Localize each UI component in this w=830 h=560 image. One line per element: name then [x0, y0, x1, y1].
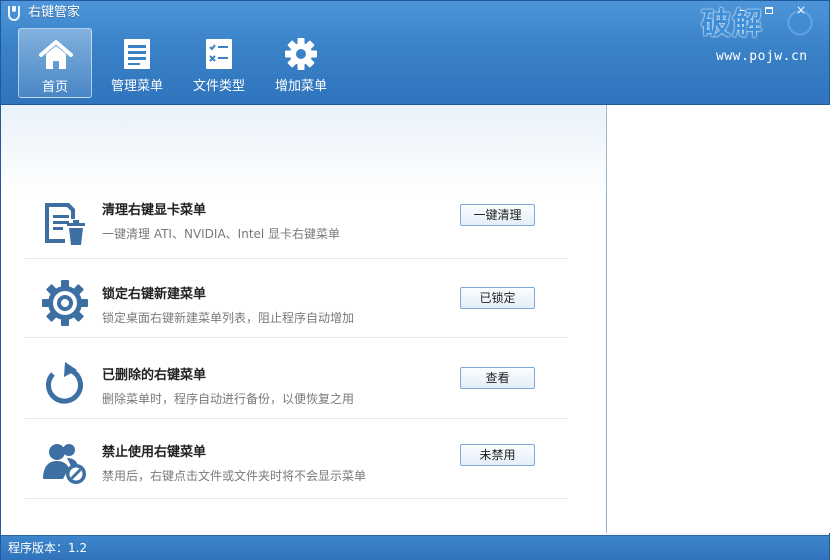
nav-home[interactable]: 首页	[18, 28, 92, 98]
nav-file-types[interactable]: 文件类型	[182, 28, 256, 98]
feature-row-clean-gpu-menu: 清理右键显卡菜单 一键清理 ATI、NVIDIA、Intel 显卡右键菜单 一键…	[25, 181, 568, 259]
document-list-icon	[124, 39, 150, 69]
feature-row-deleted-menus: 已删除的右键菜单 删除菜单时，程序自动进行备份，以便恢复之用 查看	[25, 338, 568, 419]
window-title: 右键管家	[28, 5, 81, 20]
side-panel	[606, 105, 830, 533]
gear-lock-icon	[42, 280, 88, 326]
version-label: 程序版本：1.2	[8, 541, 88, 555]
main-content: 清理右键显卡菜单 一键清理 ATI、NVIDIA、Intel 显卡右键菜单 一键…	[1, 105, 605, 535]
row-description: 一键清理 ATI、NVIDIA、Intel 显卡右键菜单	[102, 227, 341, 241]
maximize-icon	[765, 7, 773, 14]
feature-row-lock-new-menu: 锁定右键新建菜单 锁定桌面右键新建菜单列表，阻止程序自动增加 已锁定	[25, 259, 568, 338]
nav-file-types-label: 文件类型	[192, 79, 245, 94]
minimize-button[interactable]: –	[731, 3, 753, 17]
status-bar: 程序版本：1.2	[1, 535, 829, 560]
app-logo-icon	[8, 6, 20, 21]
maximize-button[interactable]	[758, 3, 780, 17]
row-title: 已删除的右键菜单	[102, 368, 207, 383]
row-description: 禁用后，右键点击文件或文件夹时将不会显示菜单	[102, 469, 367, 483]
main-window: 右键管家 破解 www.pojw.cn – × 首页 管理菜单 文件类型 增加菜…	[0, 0, 830, 560]
home-icon	[39, 40, 73, 69]
not-disabled-button[interactable]: 未禁用	[460, 444, 535, 466]
row-title: 锁定右键新建菜单	[102, 287, 207, 302]
nav-manage-label: 管理菜单	[110, 79, 163, 94]
view-button[interactable]: 查看	[460, 367, 535, 389]
watermark-url: www.pojw.cn	[716, 49, 808, 64]
user-block-icon	[43, 444, 86, 484]
checklist-icon	[206, 39, 232, 69]
nav-manage-menu[interactable]: 管理菜单	[100, 28, 174, 98]
cleanup-document-icon	[45, 203, 85, 245]
row-title: 清理右键显卡菜单	[102, 203, 207, 218]
header-bar: 右键管家 破解 www.pojw.cn – × 首页 管理菜单 文件类型 增加菜…	[1, 1, 829, 105]
row-description: 删除菜单时，程序自动进行备份，以便恢复之用	[102, 392, 355, 406]
locked-button[interactable]: 已锁定	[460, 287, 535, 309]
nav-add-menu[interactable]: 增加菜单	[264, 28, 338, 98]
clean-now-button[interactable]: 一键清理	[460, 204, 535, 226]
feature-row-disable-context-menu: 禁止使用右键菜单 禁用后，右键点击文件或文件夹时将不会显示菜单 未禁用	[25, 419, 568, 499]
nav-home-label: 首页	[41, 80, 68, 95]
nav-add-menu-label: 增加菜单	[274, 79, 327, 94]
row-title: 禁止使用右键菜单	[102, 445, 207, 460]
gear-icon	[285, 38, 317, 70]
restore-arrow-icon	[46, 362, 83, 404]
close-button[interactable]: ×	[790, 3, 812, 17]
row-description: 锁定桌面右键新建菜单列表，阻止程序自动增加	[102, 311, 355, 325]
